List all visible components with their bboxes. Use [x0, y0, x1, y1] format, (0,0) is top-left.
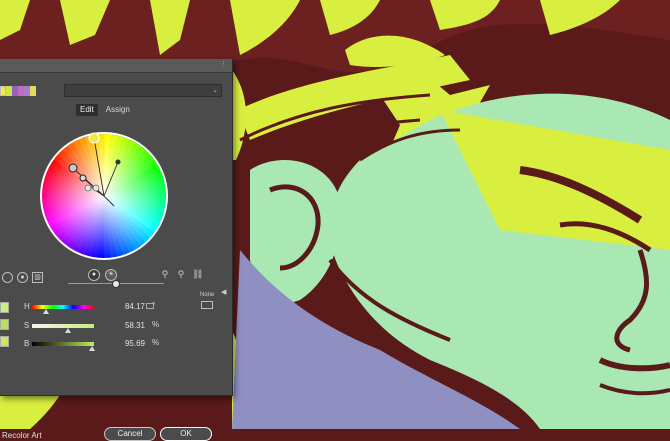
brightness-value-slider-row: B 95.69 %: [24, 338, 159, 351]
saturation-display-icon[interactable]: ●: [88, 269, 100, 281]
saturation-slider-thumb[interactable]: [64, 328, 71, 333]
recolor-art-checkbox-label[interactable]: Recolor Art: [2, 431, 42, 440]
saturation-label: S: [24, 321, 30, 330]
saturation-unit: %: [152, 320, 160, 329]
link-harmony-colors-icon[interactable]: ⛓: [192, 269, 203, 280]
tab-assign[interactable]: Assign: [102, 104, 134, 116]
display-options: ● ☀: [88, 269, 117, 281]
brightness-value-slider-thumb[interactable]: [88, 346, 95, 351]
none-label: None: [200, 292, 215, 298]
panel-grip-icon[interactable]: ⋮: [220, 61, 228, 68]
mode-tabs: Edit Assign: [76, 104, 134, 118]
brightness-slider[interactable]: [68, 280, 164, 288]
brightness-knob[interactable]: [112, 280, 120, 288]
color-handle[interactable]: [115, 159, 121, 165]
wheel-view-options: ● ▥: [2, 272, 43, 284]
hue-slider-thumb[interactable]: [43, 309, 50, 314]
harmony-rules-dropdown[interactable]: ⌄: [64, 84, 222, 97]
tab-edit[interactable]: Edit: [76, 104, 98, 116]
color-bars-icon[interactable]: ▥: [32, 272, 43, 283]
saturation-slider-track[interactable]: [32, 324, 94, 328]
brightness-value[interactable]: 95.69: [99, 338, 145, 349]
color-tools: ⚲ ⚲ ⛓: [160, 269, 204, 280]
harmony-swatch[interactable]: [30, 86, 36, 96]
hue-slider-row: H 84.17 °: [24, 301, 155, 314]
add-color-tool-icon[interactable]: ⚲: [160, 269, 170, 280]
segmented-wheel-icon[interactable]: ●: [17, 272, 28, 283]
brightness-value-slider-track[interactable]: [32, 342, 94, 346]
smooth-wheel-icon[interactable]: [2, 272, 13, 283]
chevron-down-icon: ⌄: [212, 87, 218, 94]
ok-button[interactable]: OK: [160, 427, 212, 441]
color-wheel[interactable]: [38, 130, 170, 262]
selected-color-swatch[interactable]: [0, 319, 9, 330]
remove-color-tool-icon[interactable]: ⚲: [176, 269, 186, 280]
cancel-button[interactable]: Cancel: [104, 427, 156, 441]
color-handle[interactable]: [92, 184, 100, 192]
color-handle[interactable]: [79, 174, 87, 182]
saturation-slider-row: S 58.31 %: [24, 320, 159, 333]
hue-label: H: [24, 302, 30, 311]
selected-color-swatch[interactable]: [0, 336, 9, 347]
brightness-unit: %: [152, 338, 160, 347]
selected-color-swatches: [0, 302, 10, 353]
color-handle[interactable]: [68, 163, 78, 173]
recolor-artwork-panel: ⋮ ⌄ Edit Assign ● ▥ ● ☀ ⚲ ⚲ ⛓ None H 84.…: [0, 59, 233, 441]
hue-slider-track[interactable]: [32, 305, 94, 309]
saturation-value[interactable]: 58.31: [99, 320, 145, 331]
color-mode-menu-icon[interactable]: [146, 303, 154, 309]
harmony-swatch-strip[interactable]: [0, 86, 36, 96]
color-library-icon[interactable]: [201, 301, 213, 309]
panel-title-bar[interactable]: ⋮: [0, 59, 232, 73]
color-handle[interactable]: [84, 184, 92, 192]
harmony-rules-row: ⌄: [0, 83, 232, 99]
selected-color-swatch[interactable]: [0, 302, 9, 313]
collapse-arrow-icon[interactable]: ◀: [221, 288, 226, 296]
brightness-label: B: [24, 339, 30, 348]
base-color-handle[interactable]: [88, 132, 100, 144]
hue-value[interactable]: 84.17: [99, 301, 145, 312]
